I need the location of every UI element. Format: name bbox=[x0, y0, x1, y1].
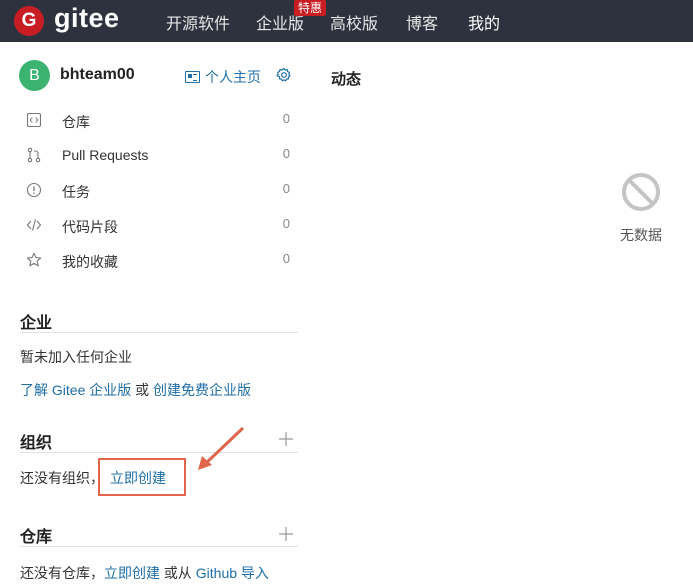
menu-label: 代码片段 bbox=[62, 219, 118, 235]
no-data-icon bbox=[622, 173, 660, 211]
enterprise-empty-text: 暂未加入任何企业 bbox=[20, 349, 132, 365]
logo-letter: G bbox=[21, 10, 37, 31]
github-import-link[interactable]: Github 导入 bbox=[196, 565, 269, 581]
annotation-arrow-icon bbox=[198, 426, 245, 470]
homepage-link[interactable]: 个人主页 bbox=[185, 67, 261, 87]
feed-title: 动态 bbox=[331, 71, 362, 88]
nav-open-source[interactable]: 开源软件 bbox=[166, 10, 230, 34]
avatar[interactable]: B bbox=[19, 60, 50, 91]
menu-label: 仓库 bbox=[62, 114, 90, 130]
no-data-text: 无数据 bbox=[620, 227, 662, 243]
annotation-highlight-box bbox=[98, 458, 186, 496]
menu-count: 0 bbox=[282, 216, 290, 231]
nav-blog[interactable]: 博客 bbox=[406, 10, 438, 34]
issue-icon bbox=[26, 182, 42, 198]
menu-item-favorites[interactable]: 我的收藏 0 bbox=[20, 249, 298, 273]
star-icon bbox=[26, 252, 42, 267]
brand-name[interactable]: gitee bbox=[54, 3, 120, 34]
repos-section-title: 仓库 bbox=[20, 529, 53, 546]
menu-count: 0 bbox=[282, 181, 290, 196]
gitee-logo-icon[interactable]: G bbox=[14, 6, 44, 36]
pull-request-icon bbox=[27, 147, 41, 163]
repos-empty-prefix: 还没有仓库， bbox=[20, 565, 104, 581]
menu-count: 0 bbox=[282, 251, 290, 266]
create-repo-link[interactable]: 立即创建 bbox=[104, 565, 160, 581]
gear-icon[interactable] bbox=[276, 67, 292, 83]
nav-mine[interactable]: 我的 bbox=[468, 10, 500, 34]
learn-enterprise-link[interactable]: 了解 Gitee 企业版 bbox=[20, 382, 131, 398]
divider bbox=[20, 546, 298, 547]
enterprise-links: 了解 Gitee 企业版 或 创建免费企业版 bbox=[20, 380, 251, 400]
menu-item-issues[interactable]: 任务 0 bbox=[20, 179, 298, 203]
menu-item-pull-requests[interactable]: Pull Requests 0 bbox=[20, 144, 298, 168]
menu-label: 我的收藏 bbox=[62, 254, 118, 270]
or-text: 或 bbox=[131, 382, 154, 398]
promo-badge: 特惠 bbox=[294, 0, 327, 16]
divider bbox=[20, 332, 298, 333]
orgs-section-title: 组织 bbox=[20, 435, 53, 452]
enterprise-section-title: 企业 bbox=[20, 315, 53, 332]
menu-item-snippets[interactable]: 代码片段 0 bbox=[20, 214, 298, 238]
homepage-label: 个人主页 bbox=[205, 69, 261, 85]
menu-label: 任务 bbox=[62, 184, 90, 200]
username[interactable]: bhteam00 bbox=[60, 66, 135, 84]
menu-count: 0 bbox=[282, 111, 290, 126]
orgs-empty-prefix: 还没有组织， bbox=[20, 470, 104, 486]
menu-item-repos[interactable]: 仓库 0 bbox=[20, 109, 298, 133]
or-from-text: 或从 bbox=[160, 565, 196, 581]
profile-card-icon bbox=[185, 71, 200, 83]
add-org-plus-icon[interactable] bbox=[278, 431, 294, 447]
repos-empty-text: 还没有仓库，立即创建 或从 Github 导入 bbox=[20, 563, 269, 583]
create-enterprise-link[interactable]: 创建免费企业版 bbox=[153, 382, 251, 398]
menu-label: Pull Requests bbox=[62, 147, 149, 163]
top-nav-bar: G gitee 开源软件 企业版 特惠 高校版 博客 我的 bbox=[0, 0, 693, 42]
add-repo-plus-icon[interactable] bbox=[278, 526, 294, 542]
code-snippet-icon bbox=[26, 219, 42, 231]
menu-count: 0 bbox=[282, 146, 290, 161]
code-repo-icon bbox=[26, 112, 42, 128]
nav-education[interactable]: 高校版 bbox=[330, 10, 378, 34]
divider bbox=[20, 452, 298, 453]
